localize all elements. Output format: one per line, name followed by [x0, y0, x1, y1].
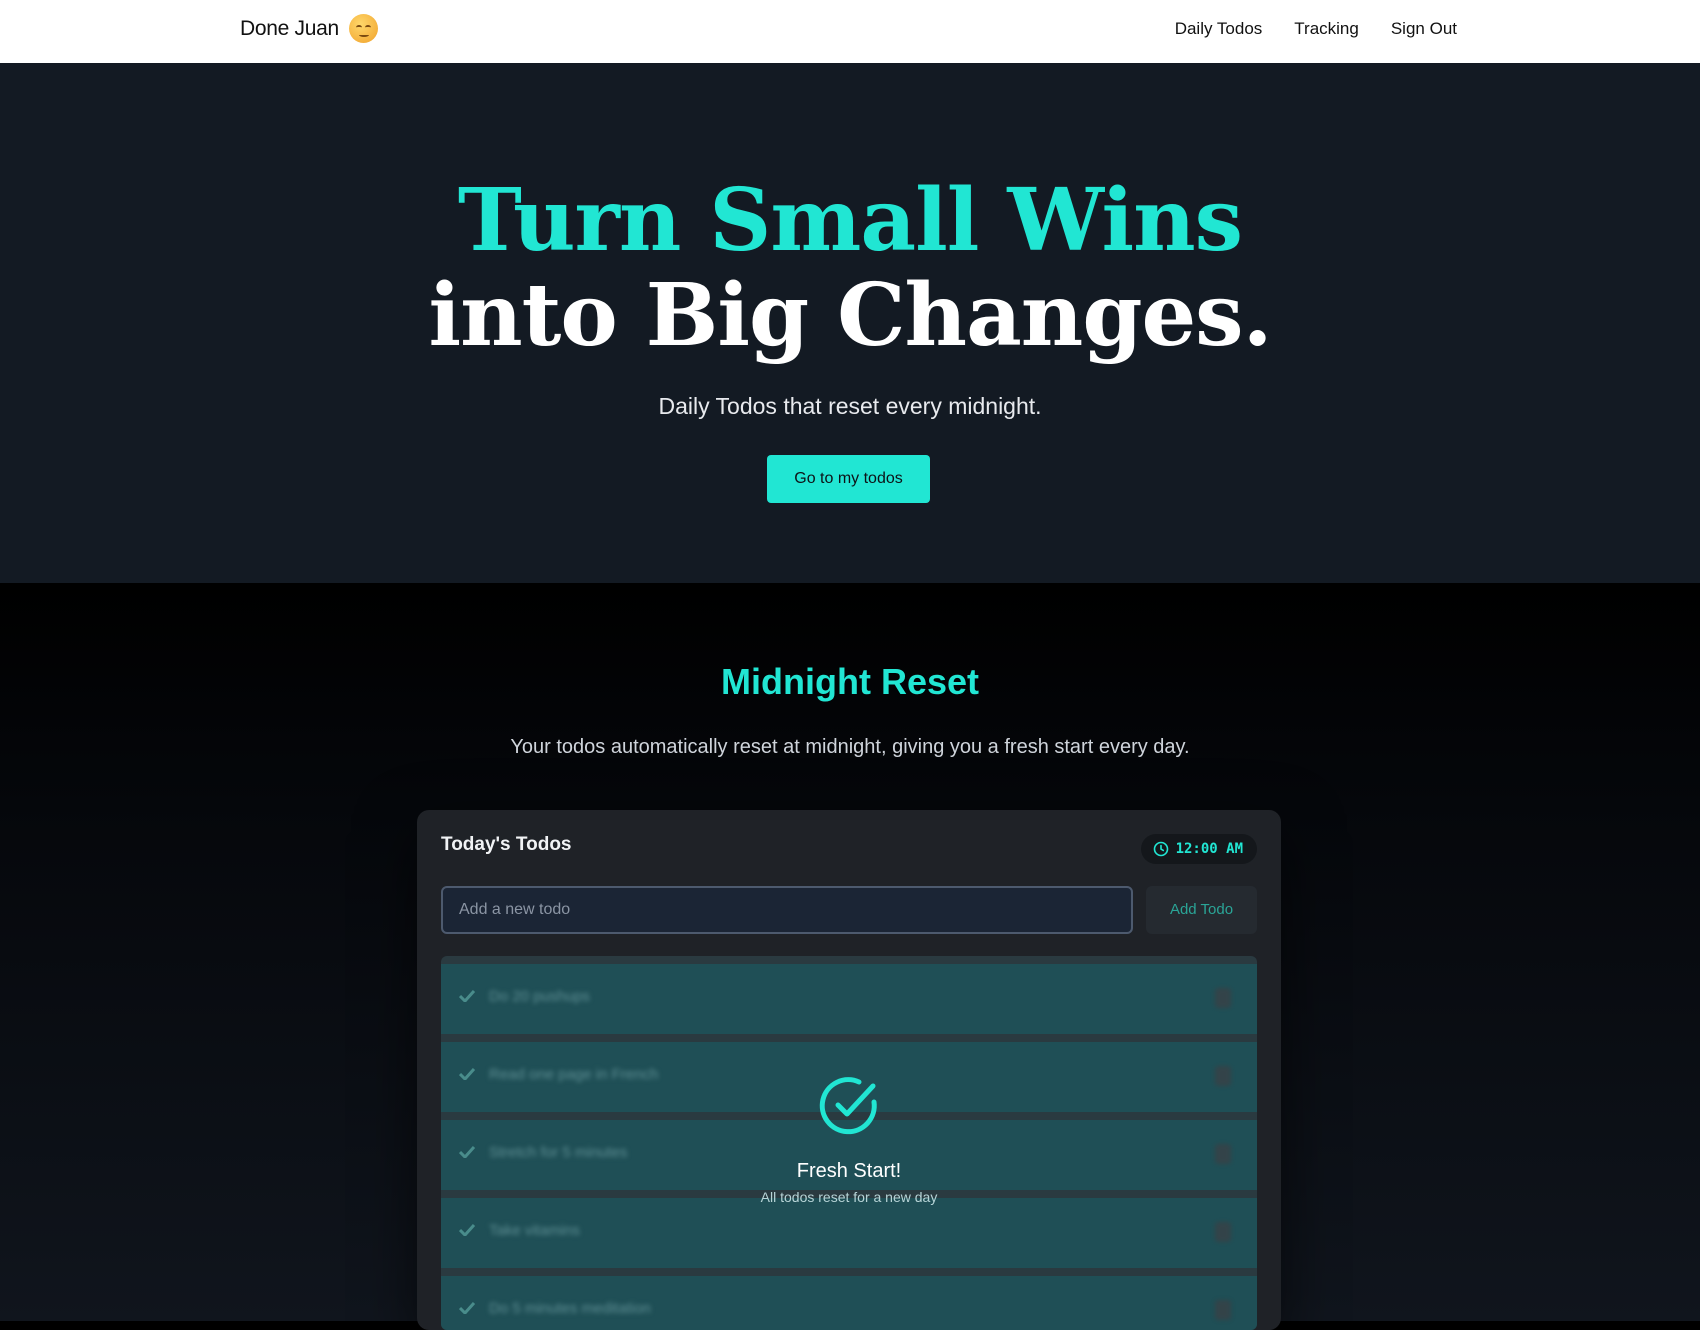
- nav-link-sign-out[interactable]: Sign Out: [1391, 19, 1457, 39]
- clock-badge: 12:00 AM: [1140, 834, 1257, 864]
- card-title: Today's Todos: [441, 834, 572, 855]
- fresh-start-overlay: Fresh Start! All todos reset for a new d…: [441, 956, 1257, 1330]
- fresh-start-subtitle: All todos reset for a new day: [760, 1189, 938, 1205]
- go-to-todos-button[interactable]: Go to my todos: [767, 455, 930, 503]
- clock-time: 12:00 AM: [1175, 841, 1243, 857]
- brand-name: Done Juan: [240, 16, 339, 40]
- hero-title-line1: Turn Small Wins: [457, 170, 1243, 271]
- add-todo-button[interactable]: Add Todo: [1146, 886, 1257, 934]
- brand-logo[interactable]: Done Juan: [240, 14, 378, 43]
- nav-link-daily-todos[interactable]: Daily Todos: [1175, 19, 1263, 39]
- hero-section: Turn Small Wins into Big Changes. Daily …: [0, 63, 1700, 583]
- nav-link-tracking[interactable]: Tracking: [1294, 19, 1359, 39]
- smirk-emoji-icon: [348, 14, 378, 43]
- clock-icon: [1153, 841, 1168, 857]
- section-title: Midnight Reset: [721, 661, 979, 702]
- navbar: Done Juan Daily Todos Tracking Sign Out: [0, 0, 1700, 63]
- fresh-start-title: Fresh Start!: [796, 1160, 902, 1182]
- midnight-reset-section: Midnight Reset Your todos automatically …: [0, 583, 1700, 1330]
- new-todo-input[interactable]: [441, 886, 1133, 934]
- section-subtitle: Your todos automatically reset at midnig…: [510, 736, 1190, 758]
- hero-title-line2: into Big Changes.: [428, 265, 1272, 366]
- todo-card: Today's Todos 12:00 AM Add Todo Do 20 pu…: [417, 810, 1281, 1330]
- check-circle-icon: [819, 1077, 877, 1135]
- nav-links: Daily Todos Tracking Sign Out: [1175, 19, 1457, 39]
- todo-list: Do 20 pushups Read one page in French St…: [441, 956, 1257, 1330]
- hero-subtitle: Daily Todos that reset every midnight.: [658, 393, 1042, 419]
